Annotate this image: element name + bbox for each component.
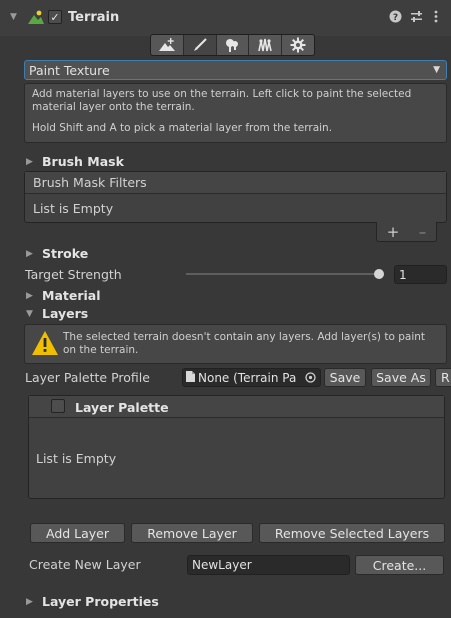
layers-warning-text: The selected terrain doesn't contain any… — [63, 331, 426, 356]
details-icon[interactable] — [249, 35, 283, 55]
paint-tool-dropdown[interactable]: Paint Texture ▼ — [24, 60, 447, 80]
new-layer-name-field[interactable]: NewLayer — [187, 555, 350, 575]
collapse-arrow-icon[interactable]: ▼ — [26, 309, 33, 319]
tree-icon[interactable] — [217, 35, 250, 55]
file-icon — [186, 370, 195, 385]
raise-terrain-icon[interactable] — [151, 35, 184, 55]
object-picker-icon[interactable] — [305, 372, 316, 386]
help-icon[interactable]: ? — [389, 10, 402, 26]
checkmark-icon: ✓ — [50, 10, 60, 24]
brush-mask-empty-text: List is Empty — [33, 201, 114, 216]
more-icon[interactable] — [434, 10, 438, 26]
stroke-foldout[interactable]: Stroke — [42, 246, 88, 261]
brush-mask-foldout[interactable]: Brush Mask — [42, 154, 124, 169]
target-strength-slider-track[interactable] — [186, 273, 384, 275]
warning-icon — [31, 330, 59, 360]
save-as-button[interactable]: Save As — [371, 368, 431, 387]
new-layer-name-value: NewLayer — [192, 558, 252, 572]
collapse-arrow-icon[interactable]: ▼ — [10, 12, 17, 22]
chevron-down-icon: ▼ — [433, 65, 440, 75]
remove-filter-button[interactable]: – — [419, 223, 427, 241]
terrain-tool-bar — [150, 34, 315, 56]
expand-arrow-icon[interactable]: ▶ — [26, 249, 33, 259]
layer-properties-foldout[interactable]: Layer Properties — [42, 594, 159, 609]
paint-tool-dropdown-value: Paint Texture — [29, 62, 110, 78]
paint-brush-icon[interactable] — [183, 35, 217, 55]
expand-arrow-icon[interactable]: ▶ — [26, 157, 33, 167]
add-layer-button[interactable]: Add Layer — [30, 523, 125, 543]
description-hint: Hold Shift and A to pick a material laye… — [32, 122, 333, 134]
layer-palette-list: Layer Palette List is Empty — [28, 395, 445, 499]
terrain-component-icon — [28, 9, 44, 25]
description-text: Add material layers to use on the terrai… — [32, 88, 412, 113]
brush-mask-list-footer: + – — [376, 222, 437, 242]
layers-warning-box: The selected terrain doesn't contain any… — [24, 324, 447, 364]
brush-mask-list-header: Brush Mask Filters — [25, 172, 446, 194]
target-strength-slider-thumb[interactable] — [374, 269, 384, 279]
component-title: Terrain — [68, 10, 120, 25]
remove-layer-button[interactable]: Remove Layer — [131, 523, 253, 543]
material-foldout[interactable]: Material — [42, 288, 101, 303]
remove-selected-layers-button[interactable]: Remove Selected Layers — [259, 523, 445, 543]
layer-palette-header: Layer Palette — [29, 396, 444, 418]
select-all-checkbox[interactable] — [51, 399, 65, 413]
layer-palette-profile-label: Layer Palette Profile — [25, 370, 150, 385]
layer-palette-empty-text: List is Empty — [36, 451, 117, 466]
add-filter-button[interactable]: + — [387, 223, 400, 241]
expand-arrow-icon[interactable]: ▶ — [26, 291, 33, 301]
target-strength-label: Target Strength — [25, 267, 122, 282]
enabled-checkbox[interactable]: ✓ — [48, 10, 62, 24]
layer-palette-title: Layer Palette — [75, 400, 169, 415]
layers-foldout[interactable]: Layers — [42, 306, 88, 321]
settings-gear-icon[interactable] — [282, 35, 314, 55]
layer-palette-profile-field[interactable]: None (Terrain Pa — [182, 368, 321, 387]
create-layer-button[interactable]: Create... — [355, 555, 444, 575]
brush-mask-filter-list: Brush Mask Filters List is Empty — [24, 171, 447, 223]
target-strength-field[interactable]: 1 — [394, 265, 447, 284]
settings-sliders-icon[interactable] — [410, 10, 423, 26]
create-new-layer-label: Create New Layer — [29, 557, 141, 572]
target-strength-value: 1 — [399, 267, 407, 282]
expand-arrow-icon[interactable]: ▶ — [26, 597, 33, 607]
tool-description-box: Add material layers to use on the terrai… — [24, 83, 447, 143]
component-header: ▼ ✓ Terrain ? — [0, 0, 451, 36]
save-button[interactable]: Save — [324, 368, 366, 387]
svg-text:?: ? — [393, 13, 398, 23]
layer-palette-profile-value: None (Terrain Pa — [198, 370, 297, 385]
revert-button[interactable]: R — [435, 368, 451, 387]
